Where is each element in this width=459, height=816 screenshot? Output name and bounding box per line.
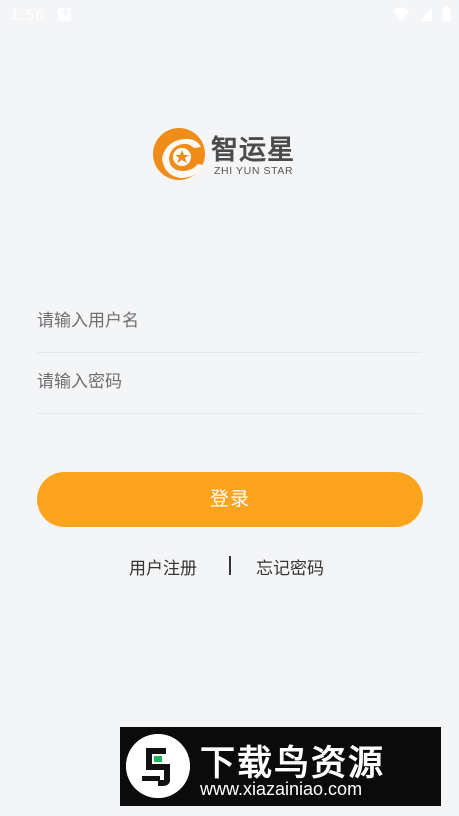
username-field-row <box>37 291 422 353</box>
password-field-row <box>37 352 422 414</box>
watermark-url: www.xiazainiao.com <box>200 779 363 799</box>
logo-subtitle: ZHI YUN STAR <box>214 165 294 177</box>
wifi-icon <box>392 7 410 21</box>
logo-name: 智运星 <box>211 135 295 166</box>
password-input[interactable] <box>37 352 422 412</box>
app-logo: 智运星 ZHI YUN STAR <box>152 125 312 183</box>
status-bar: 1:56 <box>0 0 459 32</box>
star-logo-icon <box>153 128 205 180</box>
signal-icon <box>420 8 433 21</box>
auth-links: 用户注册 忘记密码 <box>0 554 459 580</box>
login-button[interactable]: 登录 <box>37 472 423 527</box>
forgot-password-link[interactable]: 忘记密码 <box>256 554 324 579</box>
username-input[interactable] <box>37 291 422 351</box>
status-time: 1:56 <box>10 6 45 24</box>
watermark-banner: 下载鸟资源 www.xiazainiao.com <box>120 727 441 806</box>
notification-icon <box>58 5 71 21</box>
status-icons <box>388 6 451 24</box>
bird-logo-icon <box>126 734 190 798</box>
register-link[interactable]: 用户注册 <box>129 554 197 579</box>
battery-icon <box>442 6 451 22</box>
link-divider <box>229 556 231 575</box>
